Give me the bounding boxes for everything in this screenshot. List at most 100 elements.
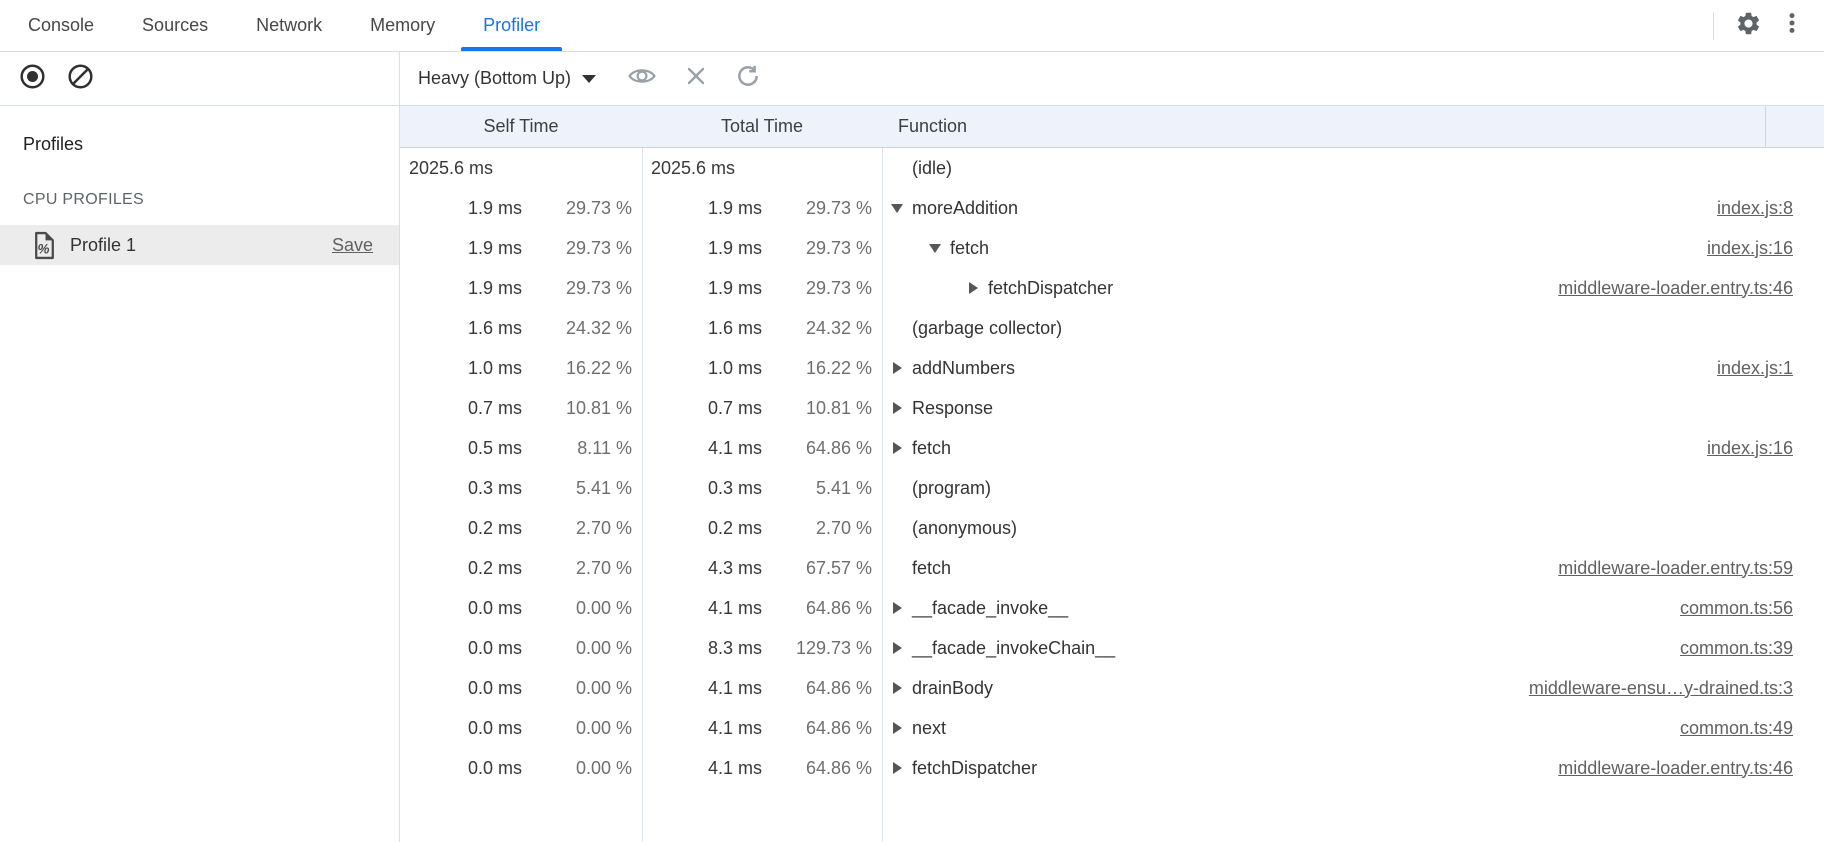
self-time-cell: 0.0 ms0.00 % [400, 628, 642, 668]
time-value: 0.2 ms [642, 518, 762, 539]
tab-profiler[interactable]: Profiler [459, 0, 564, 51]
tree-row[interactable]: 1.9 ms29.73 %1.9 ms29.73 %fetchindex.js:… [400, 228, 1824, 268]
total-time-cell: 8.3 ms129.73 % [642, 628, 882, 668]
time-value: 1.9 ms [400, 278, 522, 299]
profiler-toolbar-right: Heavy (Bottom Up) [400, 52, 1824, 105]
svg-text:%: % [37, 241, 49, 256]
source-link[interactable]: index.js:16 [1707, 438, 1824, 459]
percent-value: 29.73 % [522, 198, 632, 219]
tree-row[interactable]: 1.9 ms29.73 %1.9 ms29.73 %fetchDispatche… [400, 268, 1824, 308]
tree-row[interactable]: 2025.6 ms2025.6 ms(idle) [400, 148, 1824, 188]
time-value: 1.6 ms [642, 318, 762, 339]
self-time-cell: 1.9 ms29.73 % [400, 228, 642, 268]
save-profile-link[interactable]: Save [332, 235, 373, 256]
settings-button[interactable] [1728, 6, 1768, 46]
triangle-down-icon[interactable] [928, 241, 950, 255]
self-time-cell: 1.0 ms16.22 % [400, 348, 642, 388]
grid-header: Self Time Total Time Function [400, 106, 1824, 148]
column-header-function[interactable]: Function [882, 116, 1824, 137]
record-profile-button[interactable] [12, 59, 52, 99]
source-link[interactable]: common.ts:39 [1680, 638, 1824, 659]
triangle-right-icon[interactable] [890, 761, 912, 775]
triangle-down-icon[interactable] [890, 201, 912, 215]
source-link[interactable]: common.ts:49 [1680, 718, 1824, 739]
function-name: drainBody [912, 678, 993, 699]
column-header-total-time[interactable]: Total Time [642, 116, 882, 137]
time-value: 0.7 ms [400, 398, 522, 419]
source-link[interactable]: common.ts:56 [1680, 598, 1824, 619]
reload-button[interactable] [728, 59, 768, 99]
percent-value: 64.86 % [762, 438, 872, 459]
triangle-right-icon[interactable] [890, 361, 912, 375]
time-value: 4.1 ms [642, 438, 762, 459]
delete-profile-button[interactable] [676, 59, 716, 99]
function-cell: fetchindex.js:16 [882, 228, 1824, 268]
tree-row[interactable]: 1.9 ms29.73 %1.9 ms29.73 %moreAdditionin… [400, 188, 1824, 228]
tree-row[interactable]: 0.0 ms0.00 %8.3 ms129.73 %__facade_invok… [400, 628, 1824, 668]
tree-row[interactable]: 0.2 ms2.70 %0.2 ms2.70 %(anonymous) [400, 508, 1824, 548]
source-link[interactable]: middleware-loader.entry.ts:46 [1558, 278, 1824, 299]
percent-value: 0.00 % [522, 678, 632, 699]
percent-value: 24.32 % [522, 318, 632, 339]
view-mode-dropdown[interactable]: Heavy (Bottom Up) [418, 68, 596, 89]
tree-row[interactable]: 0.7 ms10.81 %0.7 ms10.81 %Response [400, 388, 1824, 428]
source-link[interactable]: middleware-ensu…y-drained.ts:3 [1529, 678, 1824, 699]
time-value: 0.7 ms [642, 398, 762, 419]
function-name: fetchDispatcher [912, 758, 1037, 779]
time-value: 0.0 ms [400, 678, 522, 699]
source-link[interactable]: middleware-loader.entry.ts:59 [1558, 558, 1824, 579]
tab-sources[interactable]: Sources [118, 0, 232, 51]
source-link[interactable]: index.js:1 [1717, 358, 1824, 379]
percent-value: 0.00 % [522, 758, 632, 779]
percent-value: 67.57 % [762, 558, 872, 579]
profile-list-item[interactable]: % Profile 1 Save [0, 225, 399, 265]
tree-row[interactable]: 0.0 ms0.00 %4.1 ms64.86 %nextcommon.ts:4… [400, 708, 1824, 748]
triangle-right-icon[interactable] [890, 401, 912, 415]
source-link[interactable]: index.js:16 [1707, 238, 1824, 259]
arrow-spacer [890, 321, 912, 335]
triangle-right-icon[interactable] [890, 601, 912, 615]
source-link[interactable]: index.js:8 [1717, 198, 1824, 219]
time-value: 8.3 ms [642, 638, 762, 659]
view-mode-label: Heavy (Bottom Up) [418, 68, 571, 89]
tab-console[interactable]: Console [4, 0, 118, 51]
time-value: 0.0 ms [400, 598, 522, 619]
function-cell: fetchmiddleware-loader.entry.ts:59 [882, 548, 1824, 588]
tree-row[interactable]: 0.0 ms0.00 %4.1 ms64.86 %drainBodymiddle… [400, 668, 1824, 708]
time-value: 1.9 ms [642, 238, 762, 259]
function-name: Response [912, 398, 993, 419]
tab-network[interactable]: Network [232, 0, 346, 51]
tree-row[interactable]: 1.6 ms24.32 %1.6 ms24.32 %(garbage colle… [400, 308, 1824, 348]
time-value: 0.3 ms [642, 478, 762, 499]
tab-memory[interactable]: Memory [346, 0, 459, 51]
percent-value: 64.86 % [762, 718, 872, 739]
preview-button[interactable] [622, 59, 662, 99]
more-options-button[interactable] [1772, 6, 1812, 46]
arrow-spacer [890, 521, 912, 535]
triangle-right-icon[interactable] [890, 721, 912, 735]
self-time-cell: 0.2 ms2.70 % [400, 508, 642, 548]
tree-row[interactable]: 0.5 ms8.11 %4.1 ms64.86 %fetchindex.js:1… [400, 428, 1824, 468]
tab-bar-actions [1713, 6, 1824, 46]
triangle-right-icon[interactable] [966, 281, 988, 295]
percent-value: 16.22 % [762, 358, 872, 379]
function-name: (anonymous) [912, 518, 1017, 539]
source-link[interactable]: middleware-loader.entry.ts:46 [1558, 758, 1824, 779]
tree-row[interactable]: 0.0 ms0.00 %4.1 ms64.86 %fetchDispatcher… [400, 748, 1824, 788]
percent-value: 64.86 % [762, 678, 872, 699]
tree-row[interactable]: 0.0 ms0.00 %4.1 ms64.86 %__facade_invoke… [400, 588, 1824, 628]
time-value: 4.1 ms [642, 758, 762, 779]
function-cell: fetchDispatcher middleware-loader.entry.t… [882, 748, 1824, 788]
triangle-right-icon[interactable] [890, 641, 912, 655]
total-time-cell: 1.9 ms29.73 % [642, 228, 882, 268]
percent-value: 2.70 % [522, 518, 632, 539]
tree-row[interactable]: 1.0 ms16.22 %1.0 ms16.22 %addNumbersinde… [400, 348, 1824, 388]
tree-row[interactable]: 0.2 ms2.70 %4.3 ms67.57 %fetchmiddleware… [400, 548, 1824, 588]
self-time-cell: 0.7 ms10.81 % [400, 388, 642, 428]
triangle-right-icon[interactable] [890, 681, 912, 695]
triangle-right-icon[interactable] [890, 441, 912, 455]
self-time-cell: 0.2 ms2.70 % [400, 548, 642, 588]
tree-row[interactable]: 0.3 ms5.41 %0.3 ms5.41 %(program) [400, 468, 1824, 508]
column-header-self-time[interactable]: Self Time [400, 116, 642, 137]
clear-profiles-button[interactable] [60, 59, 100, 99]
